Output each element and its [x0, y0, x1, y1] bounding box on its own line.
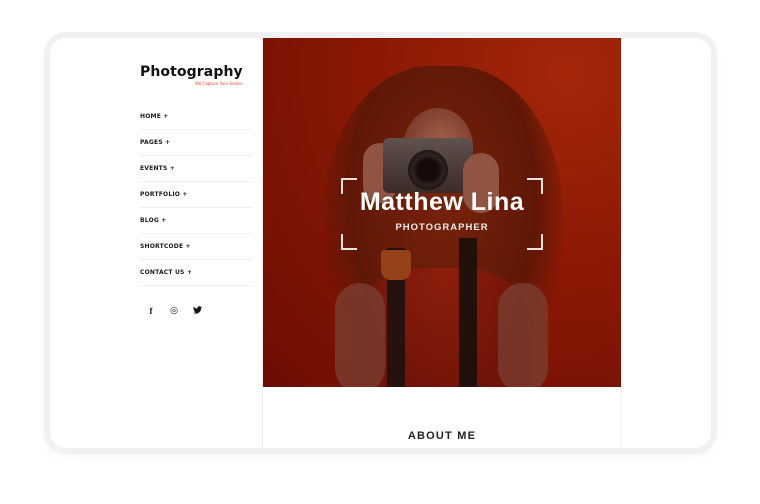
- frame-corner-icon: [341, 234, 357, 250]
- instagram-icon[interactable]: ◎: [169, 306, 179, 317]
- frame-corner-icon: [527, 234, 543, 250]
- site-logo[interactable]: Photography We Capture Your Smiles: [140, 64, 243, 86]
- facebook-icon[interactable]: f: [146, 306, 156, 317]
- main-nav: HOME + PAGES + EVENTS + PORTFOLIO + BLOG…: [140, 104, 252, 286]
- nav-item-home[interactable]: HOME +: [140, 104, 252, 130]
- nav-item-portfolio[interactable]: PORTFOLIO +: [140, 182, 252, 208]
- right-blank-pane: [621, 38, 711, 448]
- nav-item-contact-us[interactable]: CONTACT US +: [140, 260, 252, 286]
- twitter-icon[interactable]: [192, 306, 202, 317]
- social-links: f ◎: [146, 306, 202, 317]
- browser-frame: Photography We Capture Your Smiles HOME …: [50, 38, 711, 448]
- hero-name: Matthew Lina: [359, 188, 525, 216]
- nav-item-pages[interactable]: PAGES +: [140, 130, 252, 156]
- nav-item-shortcode[interactable]: SHORTCODE +: [140, 234, 252, 260]
- nav-item-blog[interactable]: BLOG +: [140, 208, 252, 234]
- nav-item-events[interactable]: EVENTS +: [140, 156, 252, 182]
- logo-title: Photography: [140, 64, 243, 80]
- hero-banner: Matthew Lina PHOTOGRAPHER: [263, 38, 621, 387]
- sidebar: Photography We Capture Your Smiles HOME …: [50, 38, 263, 448]
- hero-role: PHOTOGRAPHER: [395, 222, 489, 233]
- about-heading: ABOUT ME: [407, 430, 477, 442]
- logo-tagline: We Capture Your Smiles: [195, 81, 243, 86]
